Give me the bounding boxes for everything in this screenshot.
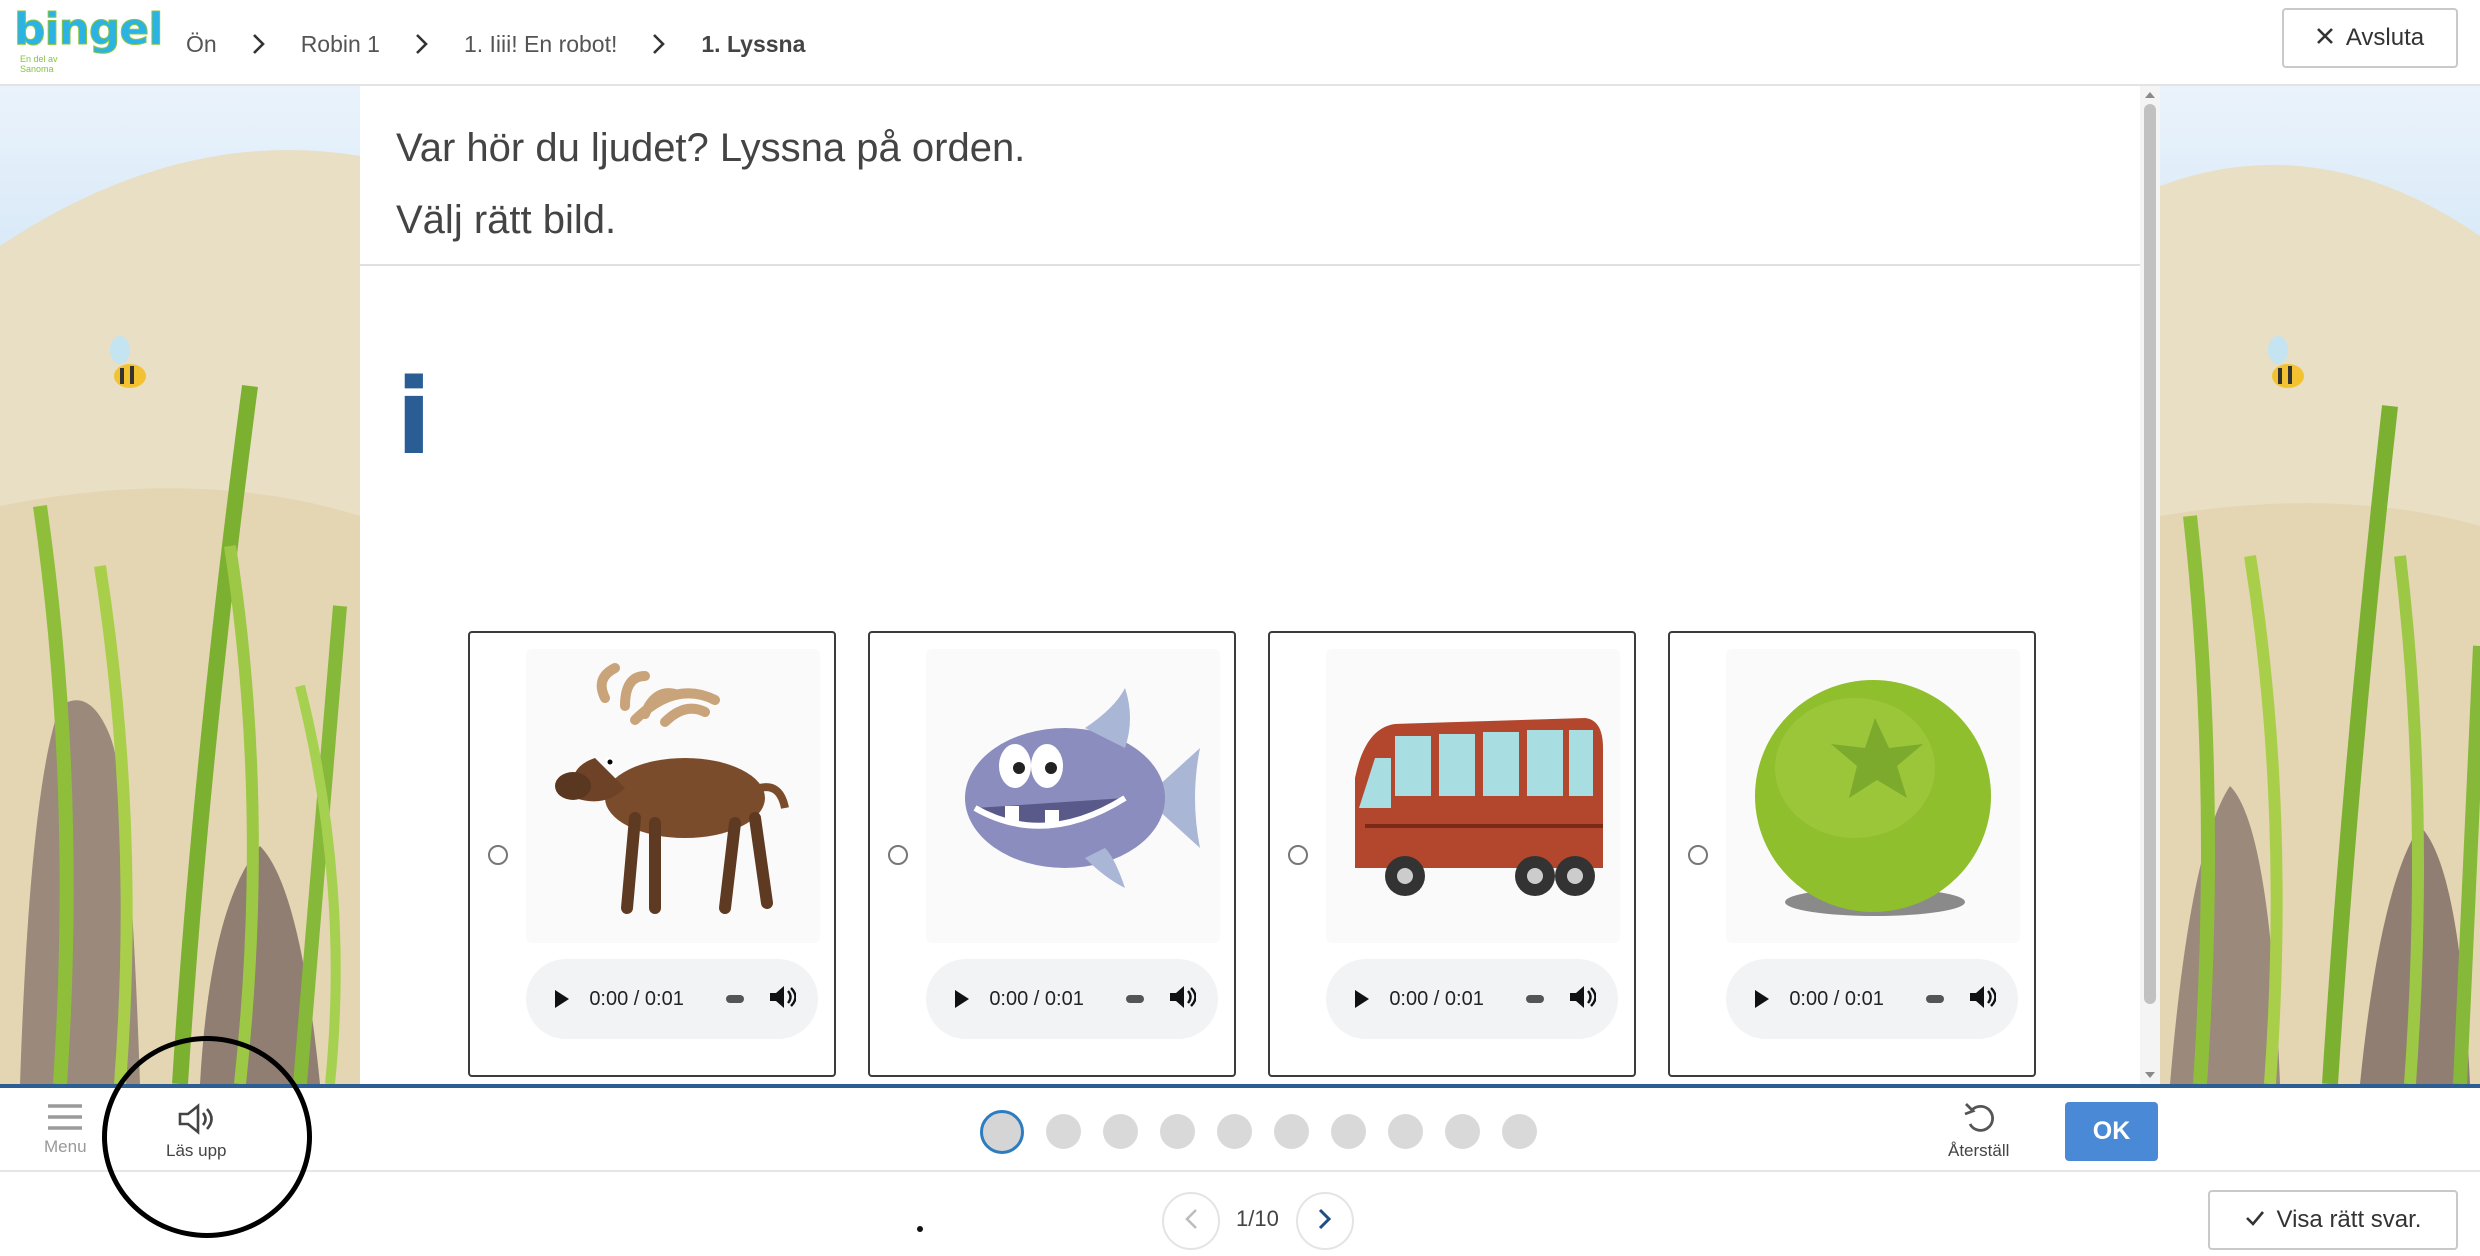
small-dot-marker [917, 1226, 923, 1232]
breadcrumb: Ön Robin 1 1. Iiii! En robot! 1. Lyssna [186, 24, 805, 64]
volume-icon[interactable] [1168, 984, 1197, 1015]
answer-option-moose[interactable]: 0:00 / 0:01 [468, 631, 836, 1077]
close-button[interactable]: Avsluta [2282, 8, 2458, 68]
fish-image [926, 649, 1220, 943]
audio-progress-track[interactable] [726, 995, 744, 1003]
progress-dots [980, 1110, 1537, 1154]
option-radio[interactable] [488, 845, 508, 865]
answer-option-fish[interactable]: 0:00 / 0:01 [868, 631, 1236, 1077]
progress-dot-1[interactable] [980, 1110, 1024, 1154]
breadcrumb-item-current: 1. Lyssna [701, 30, 806, 57]
play-icon[interactable] [548, 985, 575, 1013]
progress-dot-10[interactable] [1502, 1114, 1537, 1149]
volume-icon[interactable] [768, 984, 797, 1015]
progress-dot-7[interactable] [1331, 1114, 1366, 1149]
bottom-toolbar: Menu Läs upp Återställ OK [0, 1084, 2480, 1172]
menu-button[interactable]: Menu [44, 1102, 87, 1157]
audio-progress-track[interactable] [1526, 995, 1544, 1003]
logo-tagline: En del av Sanoma [20, 54, 58, 74]
audio-player: 0:00 / 0:01 [1326, 959, 1618, 1039]
progress-dot-9[interactable] [1445, 1114, 1480, 1149]
hamburger-icon [46, 1102, 84, 1137]
close-icon [2316, 24, 2334, 52]
chevron-right-icon [617, 33, 701, 55]
scrollbar-thumb[interactable] [2144, 104, 2156, 1004]
progress-dot-5[interactable] [1217, 1114, 1252, 1149]
checkmark-icon [2245, 1206, 2265, 1234]
chevron-right-icon [217, 33, 301, 55]
read-aloud-button[interactable]: Läs upp [166, 1102, 227, 1161]
play-icon[interactable] [1748, 985, 1775, 1013]
audio-time: 0:00 / 0:01 [589, 987, 684, 1010]
audio-time: 0:00 / 0:01 [989, 987, 1084, 1010]
bingel-logo[interactable]: bingel En del av Sanoma [13, 4, 163, 75]
play-icon[interactable] [1348, 985, 1375, 1013]
audio-progress-track[interactable] [1126, 995, 1144, 1003]
menu-label: Menu [44, 1137, 87, 1156]
show-answer-label: Visa rätt svar. [2276, 1206, 2422, 1233]
audio-progress-track[interactable] [1926, 995, 1944, 1003]
option-radio[interactable] [888, 845, 908, 865]
option-radio[interactable] [1688, 845, 1708, 865]
play-icon[interactable] [948, 985, 975, 1013]
progress-dot-3[interactable] [1103, 1114, 1138, 1149]
ok-button[interactable]: OK [2065, 1102, 2158, 1161]
breadcrumb-item-robin[interactable]: Robin 1 [301, 31, 380, 58]
progress-dot-8[interactable] [1388, 1114, 1423, 1149]
previous-page-button[interactable] [1162, 1192, 1220, 1250]
audio-player: 0:00 / 0:01 [926, 959, 1218, 1039]
option-radio[interactable] [1288, 845, 1308, 865]
next-page-button[interactable] [1296, 1192, 1354, 1250]
background-scene-left [0, 86, 360, 1084]
target-letter: i [396, 356, 432, 478]
progress-dot-2[interactable] [1046, 1114, 1081, 1149]
bus-image [1326, 649, 1620, 943]
volume-icon[interactable] [1568, 984, 1597, 1015]
green-ball-image [1726, 649, 2020, 943]
breadcrumb-item-on[interactable]: Ön [186, 31, 217, 58]
progress-dot-6[interactable] [1274, 1114, 1309, 1149]
background-scene-right [2160, 86, 2480, 1084]
show-answer-button[interactable]: Visa rätt svar. [2208, 1190, 2458, 1250]
audio-time: 0:00 / 0:01 [1389, 987, 1484, 1010]
chevron-right-icon [380, 33, 464, 55]
question-text-line-1: Var hör du ljudet? Lyssna på orden. [396, 126, 1026, 170]
top-bar: bingel En del av Sanoma Ön Robin 1 1. Ii… [0, 0, 2480, 86]
answer-options: 0:00 / 0:01 0:00 / 0:01 0:00 / 0:01 0:00… [468, 631, 2036, 1077]
panel-scrollbar[interactable] [2140, 86, 2160, 1084]
question-header: Var hör du ljudet? Lyssna på orden. Välj… [360, 86, 2140, 266]
reset-label: Återställ [1948, 1141, 2010, 1160]
speaker-icon [176, 1102, 216, 1141]
audio-time: 0:00 / 0:01 [1789, 987, 1884, 1010]
audio-player: 0:00 / 0:01 [1726, 959, 2018, 1039]
reset-button[interactable]: Återställ [1948, 1100, 2009, 1161]
exercise-panel: Var hör du ljudet? Lyssna på orden. Välj… [360, 86, 2160, 1084]
pager-bar: 1/10 Visa rätt svar. [0, 1172, 2480, 1256]
scroll-down-icon[interactable] [2145, 1072, 2155, 1078]
logo-wordmark: bingel [13, 4, 163, 56]
reset-icon [1962, 1100, 1996, 1141]
read-aloud-label: Läs upp [166, 1141, 227, 1160]
page-counter: 1/10 [1236, 1206, 1279, 1231]
moose-image [526, 649, 820, 943]
chevron-left-icon [1184, 1208, 1198, 1235]
answer-option-ball[interactable]: 0:00 / 0:01 [1668, 631, 2036, 1077]
audio-player: 0:00 / 0:01 [526, 959, 818, 1039]
close-button-label: Avsluta [2345, 24, 2425, 51]
chevron-right-icon [1318, 1208, 1332, 1235]
progress-dot-4[interactable] [1160, 1114, 1195, 1149]
scroll-up-icon[interactable] [2145, 92, 2155, 98]
breadcrumb-item-chapter[interactable]: 1. Iiii! En robot! [464, 31, 617, 58]
volume-icon[interactable] [1968, 984, 1997, 1015]
answer-option-bus[interactable]: 0:00 / 0:01 [1268, 631, 1636, 1077]
question-text-line-2: Välj rätt bild. [396, 198, 617, 242]
